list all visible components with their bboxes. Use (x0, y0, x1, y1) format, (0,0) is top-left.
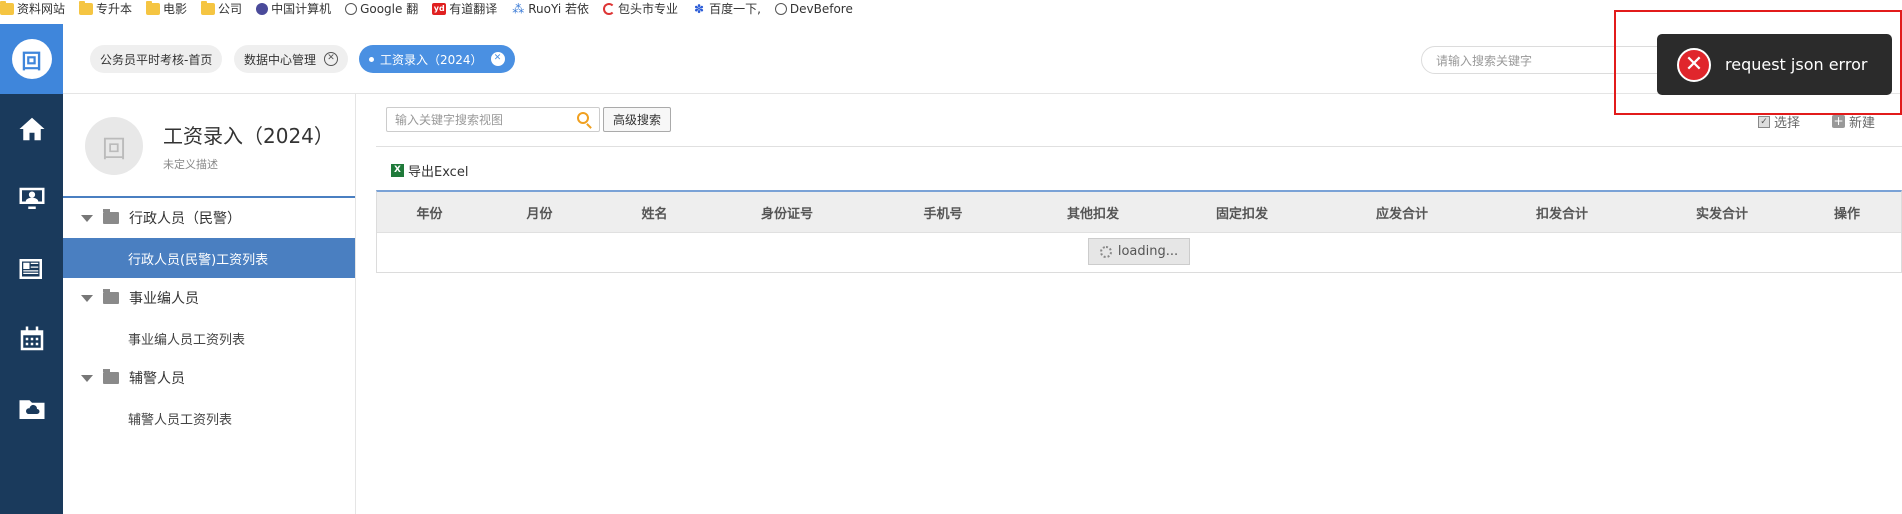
caret-down-icon[interactable] (81, 214, 93, 222)
column-header[interactable]: 年份 (377, 203, 482, 222)
tree-leaf-label: 行政人员(民警)工资列表 (128, 252, 269, 268)
active-dot-icon (369, 56, 374, 62)
bookmark-item[interactable]: 包头市专业 (603, 0, 678, 17)
red-ring-icon (603, 2, 616, 15)
bookmark-item[interactable]: 专升本 (79, 0, 132, 17)
column-header[interactable]: 月份 (482, 203, 597, 222)
close-icon[interactable]: ✕ (324, 52, 339, 66)
spinner-icon (1099, 245, 1112, 258)
plus-icon: + (1832, 114, 1845, 128)
column-header[interactable]: 身份证号 (712, 203, 862, 222)
highlight-frame (1614, 10, 1902, 115)
loading-text: loading... (1117, 244, 1179, 259)
left-nav: 回 (0, 24, 63, 514)
home-icon (19, 117, 44, 141)
column-header[interactable]: 实发合计 (1642, 203, 1802, 222)
tab-label: 工资录入（2024） (380, 52, 483, 67)
excel-icon: X (391, 164, 404, 177)
tab-data-center[interactable]: 数据中心管理 ✕ (234, 45, 349, 73)
folder-icon (0, 0, 14, 15)
loading-indicator: loading... (1088, 238, 1190, 265)
search-icon[interactable] (577, 112, 589, 124)
column-header[interactable]: 姓名 (597, 203, 712, 222)
user-screen-icon (19, 187, 44, 209)
tree-panel: 回 工资录入（2024） 未定义描述 行政人员（民警） 行政人员(民警)工资列表… (63, 94, 356, 514)
column-header[interactable]: 扣发合计 (1482, 203, 1642, 222)
module-header: 回 工资录入（2024） 未定义描述 (63, 94, 355, 198)
tree-leaf-label: 辅警人员工资列表 (128, 412, 233, 428)
view-search-placeholder: 输入关键字搜索视图 (395, 113, 504, 127)
tree-group-label: 事业编人员 (129, 291, 199, 307)
bookmark-item[interactable]: 中国计算机 (256, 0, 331, 17)
tree-group-auxiliary[interactable]: 辅警人员 (63, 358, 355, 398)
module-subtitle: 未定义描述 (163, 158, 218, 171)
nav-home[interactable] (0, 94, 63, 164)
tree-leaf-auxiliary-salary[interactable]: 辅警人员工资列表 (63, 398, 355, 438)
ruoyi-icon: ⁂ (512, 1, 525, 16)
cloud-folder-icon (19, 400, 44, 419)
tab-label: 公务员平时考核-首页 (100, 52, 213, 67)
bookmark-item[interactable]: 公司 (201, 0, 242, 17)
globe-icon (345, 2, 358, 15)
globe-icon (774, 2, 787, 15)
tree-leaf-admin-salary[interactable]: 行政人员(民警)工资列表 (63, 238, 355, 278)
module-avatar: 回 (85, 117, 143, 175)
bookmark-item[interactable]: 资料网站 (0, 0, 65, 17)
table-body: loading... (377, 232, 1901, 272)
nav-news[interactable] (0, 234, 63, 304)
column-header[interactable]: 其他扣发 (1024, 203, 1162, 222)
folder-icon (79, 0, 94, 15)
divider (376, 146, 1902, 147)
folder-icon (103, 209, 119, 224)
tab-home[interactable]: 公务员平时考核-首页 (90, 45, 223, 73)
news-icon (19, 259, 42, 279)
search-placeholder: 请输入搜索关键字 (1436, 53, 1533, 68)
folder-icon (103, 289, 119, 304)
checkbox-icon: ✓ (1758, 115, 1770, 128)
column-header[interactable]: 固定扣发 (1162, 203, 1322, 222)
tree-leaf-label: 事业编人员工资列表 (128, 332, 246, 348)
bookmark-item[interactable]: ✽ 百度一下, (692, 0, 761, 17)
view-search-input[interactable]: 输入关键字搜索视图 (386, 107, 600, 132)
column-header[interactable]: 手机号 (862, 203, 1024, 222)
column-header: 操作 (1833, 206, 1860, 222)
salary-table: 年份 月份 姓名 身份证号 手机号 其他扣发 固定扣发 应发合计 扣发合计 实发… (376, 190, 1902, 273)
tab-label: 数据中心管理 (244, 52, 317, 67)
bookmark-item[interactable]: Google 翻 (345, 0, 418, 17)
bookmark-item[interactable]: 电影 (146, 0, 187, 17)
bookmark-item[interactable]: DevBefore (774, 2, 853, 16)
logo[interactable]: 回 (0, 24, 63, 94)
tree-group-institution[interactable]: 事业编人员 (63, 278, 355, 318)
circle-icon (256, 2, 269, 15)
folder-icon (201, 0, 216, 15)
export-excel-button[interactable]: X 导出Excel (391, 161, 468, 180)
bookmark-item[interactable]: ⁂ RuoYi 若依 (511, 0, 589, 17)
module-title: 工资录入（2024） (163, 124, 334, 148)
caret-down-icon[interactable] (81, 374, 93, 382)
bookmark-item[interactable]: yd 有道翻译 (432, 0, 497, 17)
baidu-paw-icon: ✽ (694, 1, 705, 16)
tree-group-label: 行政人员（民警） (129, 211, 241, 227)
tree-group-admin[interactable]: 行政人员（民警） (63, 198, 355, 238)
tab-salary-entry[interactable]: 工资录入（2024） ✕ (359, 45, 515, 73)
logo-icon: 回 (11, 39, 52, 79)
advanced-search-button[interactable]: 高级搜索 (603, 107, 672, 132)
nav-cloud-folder[interactable] (0, 374, 63, 444)
close-icon[interactable]: ✕ (490, 52, 505, 66)
nav-user-screen[interactable] (0, 164, 63, 234)
tree-group-label: 辅警人员 (129, 371, 185, 387)
nav-calendar[interactable] (0, 304, 63, 374)
folder-icon (146, 0, 161, 15)
main-content: 输入关键字搜索视图 高级搜索 ✓ 选择 + 新建 X 导出Excel 年份 月份… (357, 94, 1902, 514)
table-header: 年份 月份 姓名 身份证号 手机号 其他扣发 固定扣发 应发合计 扣发合计 实发… (377, 192, 1901, 232)
caret-down-icon[interactable] (81, 294, 93, 302)
export-label: 导出Excel (408, 165, 469, 180)
column-header[interactable]: 应发合计 (1322, 203, 1482, 222)
calendar-icon (20, 326, 43, 351)
folder-icon (103, 369, 119, 384)
tree-leaf-institution-salary[interactable]: 事业编人员工资列表 (63, 318, 355, 358)
youdao-icon: yd (432, 2, 447, 15)
